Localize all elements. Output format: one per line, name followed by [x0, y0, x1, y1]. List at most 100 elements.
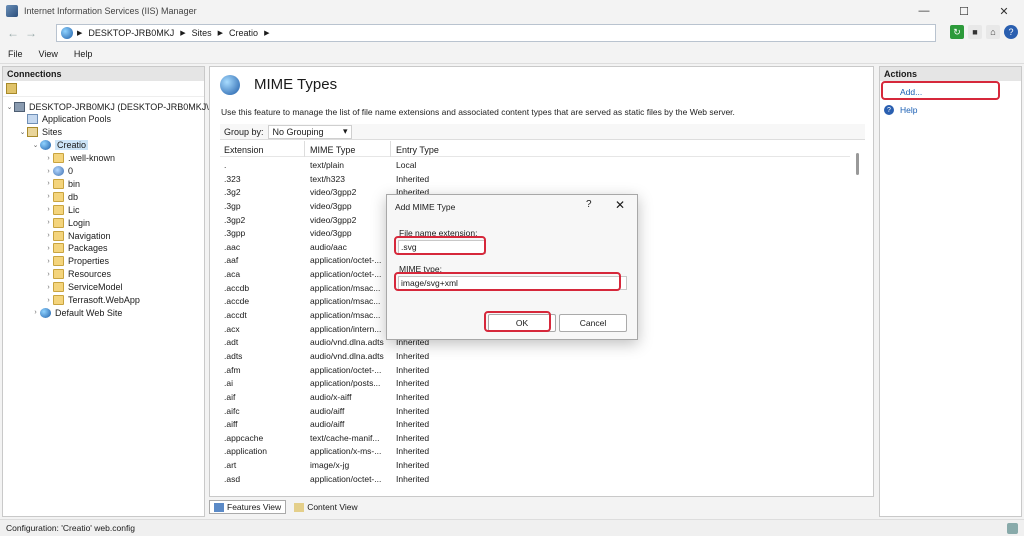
chevron-down-icon[interactable]: ⌄ — [18, 128, 27, 136]
chevron-right-icon[interactable]: › — [44, 297, 53, 304]
tree-item-label: ServiceModel — [68, 282, 123, 293]
home-icon[interactable]: ⌂ — [986, 25, 1000, 39]
cell-mime-type: audio/vnd.dlna.adts — [310, 350, 384, 361]
chevron-right-icon[interactable]: › — [44, 180, 53, 187]
help-action-link[interactable]: ? Help — [884, 105, 917, 115]
chevron-right-icon[interactable]: › — [44, 258, 53, 265]
connections-toolbar — [3, 81, 204, 97]
cancel-button[interactable]: Cancel — [559, 314, 627, 332]
chevron-right-icon[interactable]: › — [44, 284, 53, 291]
add-action-link[interactable]: Add... — [900, 87, 922, 97]
cell-mime-type: text/cache-manif... — [310, 432, 380, 443]
cell-extension: .asd — [224, 473, 241, 484]
breadcrumb-creatio[interactable]: Creatio — [229, 28, 258, 38]
tree-item[interactable]: › ServiceModel — [44, 281, 123, 294]
tree-item-label: bin — [68, 178, 81, 189]
chevron-right-icon[interactable]: › — [44, 168, 53, 175]
table-row[interactable]: .application application/x-ms-... Inherite… — [220, 444, 850, 458]
extension-label: File name extension: — [399, 228, 478, 238]
breadcrumb[interactable]: ▶ DESKTOP-JRB0MKJ ▶ Sites ▶ Creatio ▶ — [56, 24, 936, 42]
table-row[interactable]: .aifc audio/aiff Inherited — [220, 404, 850, 418]
folder-icon — [53, 191, 64, 202]
tree-item[interactable]: › Packages — [44, 242, 108, 255]
menu-view[interactable]: View — [31, 49, 66, 59]
back-arrow-icon[interactable]: ← — [4, 25, 22, 41]
tree-item-label: Navigation — [68, 230, 111, 241]
cell-extension: .application — [224, 446, 268, 457]
dialog-close-button[interactable]: ✕ — [615, 198, 625, 212]
table-row[interactable]: .appcache text/cache-manif... Inherited — [220, 431, 850, 445]
dialog-help-button[interactable]: ? — [586, 199, 592, 210]
stop-icon[interactable]: ■ — [968, 25, 982, 39]
tree-item[interactable]: › db — [44, 190, 78, 203]
menu-file[interactable]: File — [0, 49, 31, 59]
chevron-right-icon[interactable]: › — [44, 219, 53, 226]
table-row[interactable]: .adts audio/vnd.dlna.adts Inherited — [220, 349, 850, 363]
tree-item[interactable]: › 0 — [44, 165, 73, 178]
group-by-select[interactable]: No Grouping ▾ — [267, 124, 352, 139]
chevron-right-icon[interactable]: › — [44, 155, 53, 162]
table-row[interactable]: . text/plain Local — [220, 158, 850, 172]
vertical-scrollbar[interactable] — [856, 153, 859, 175]
menu-help[interactable]: Help — [66, 49, 101, 59]
tree-item[interactable]: ⌄ DESKTOP-JRB0MKJ (DESKTOP-JRB0MKJ\Safa — [5, 100, 227, 113]
chevron-right-icon: ▶ — [180, 30, 186, 37]
tree-item[interactable]: ⌄ Creatio — [31, 139, 89, 152]
extension-field[interactable]: .svg — [398, 240, 486, 254]
tree-item[interactable]: › .well-known — [44, 152, 115, 165]
maximize-button[interactable]: ☐ — [944, 0, 984, 22]
tree-item[interactable]: › Login — [44, 216, 90, 229]
help-icon[interactable]: ? — [1004, 25, 1018, 39]
table-row[interactable]: .323 text/h323 Inherited — [220, 172, 850, 186]
column-extension[interactable]: Extension — [224, 145, 304, 155]
folder-icon — [53, 153, 64, 164]
refresh-icon[interactable]: ↻ — [950, 25, 964, 39]
chevron-down-icon[interactable]: ⌄ — [31, 141, 40, 149]
tree-item[interactable]: › Navigation — [44, 229, 111, 242]
chevron-right-icon[interactable]: › — [44, 271, 53, 278]
breadcrumb-sites[interactable]: Sites — [192, 28, 212, 38]
minimize-button[interactable]: — — [904, 0, 944, 22]
tree-item[interactable]: › Properties — [44, 255, 109, 268]
column-entry-type[interactable]: Entry Type — [396, 145, 476, 155]
cell-extension: .3gp2 — [224, 214, 246, 225]
breadcrumb-server[interactable]: DESKTOP-JRB0MKJ — [88, 28, 174, 38]
table-row[interactable]: .asd application/octet-... Inherited — [220, 472, 850, 486]
cell-mime-type: video/3gpp2 — [310, 187, 357, 198]
table-row[interactable]: .afm application/octet-... Inherited — [220, 363, 850, 377]
tab-content-view[interactable]: Content View — [290, 500, 361, 514]
column-mime-type[interactable]: MIME Type — [310, 145, 390, 155]
cell-mime-type: audio/vnd.dlna.adts — [310, 337, 384, 348]
tree-item-label: Creatio — [55, 140, 89, 151]
chevron-right-icon[interactable]: › — [44, 206, 53, 213]
tree-item[interactable]: Application Pools — [18, 113, 111, 126]
table-row[interactable]: .aiff audio/aiff Inherited — [220, 417, 850, 431]
chevron-right-icon[interactable]: › — [31, 309, 40, 316]
folder-icon — [53, 295, 64, 305]
table-row[interactable]: .aif audio/x-aiff Inherited — [220, 390, 850, 404]
chevron-right-icon[interactable]: › — [44, 245, 53, 252]
chevron-down-icon[interactable]: ⌄ — [5, 103, 14, 111]
tree-item-label: Login — [68, 217, 91, 228]
tree-item[interactable]: › bin — [44, 177, 80, 190]
chevron-right-icon: ▶ — [77, 30, 83, 37]
table-row[interactable]: .ai application/posts... Inherited — [220, 376, 850, 390]
tree-item-label: Application Pools — [42, 114, 112, 125]
ok-button[interactable]: OK — [488, 314, 556, 332]
chevron-right-icon[interactable]: › — [44, 232, 53, 239]
globe-icon — [40, 307, 51, 318]
tree-item[interactable]: › Terrasoft.WebApp — [44, 294, 140, 307]
close-button[interactable]: ✕ — [984, 0, 1024, 22]
table-row[interactable]: .art image/x-jg Inherited — [220, 458, 850, 472]
cell-extension: .afm — [224, 364, 241, 375]
tab-features-view-label: Features View — [227, 502, 282, 512]
tree-item[interactable]: ⌄ Sites — [18, 126, 62, 139]
tab-features-view[interactable]: Features View — [209, 500, 287, 514]
tree-item[interactable]: › Lic — [44, 203, 80, 216]
tree-item[interactable]: › Default Web Site — [31, 306, 122, 319]
tree-item[interactable]: › Resources — [44, 268, 111, 281]
mime-type-field[interactable]: image/svg+xml — [398, 276, 627, 290]
forward-arrow-icon[interactable]: → — [22, 25, 40, 41]
chevron-right-icon[interactable]: › — [44, 193, 53, 200]
new-connection-icon[interactable] — [6, 83, 17, 94]
